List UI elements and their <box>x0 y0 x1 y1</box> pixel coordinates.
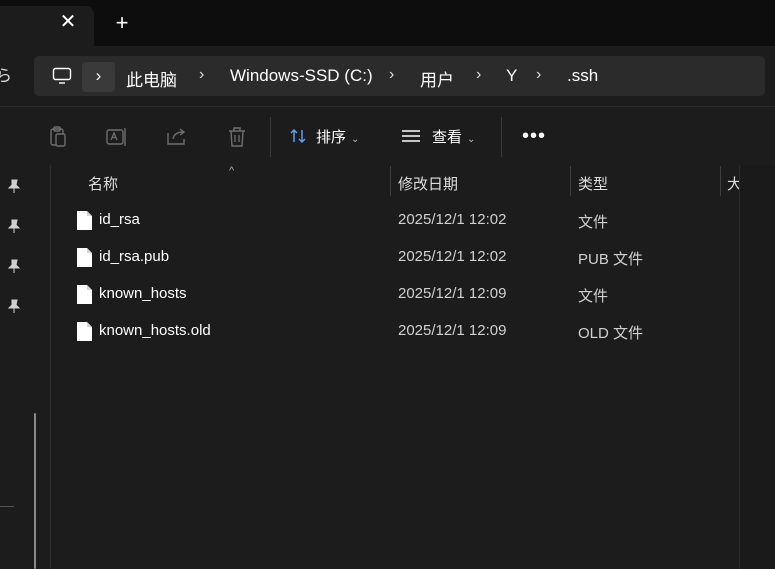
file-icon <box>77 211 92 230</box>
file-icon <box>77 285 92 304</box>
pin-icon[interactable] <box>6 258 22 274</box>
column-resize-handle[interactable] <box>720 166 721 196</box>
file-row[interactable]: known_hosts.old 2025/12/1 12:09 OLD 文件 <box>66 314 719 351</box>
view-label: 查看 <box>432 129 463 146</box>
toolbar-divider <box>501 117 502 157</box>
file-icon <box>77 322 92 341</box>
breadcrumb-this-pc[interactable]: 此电脑 <box>126 66 177 91</box>
file-name: id_rsa.pub <box>99 248 170 265</box>
column-header-size[interactable]: 大 <box>727 173 739 194</box>
chevron-down-icon: ⌄ <box>351 134 360 145</box>
toolbar-divider <box>270 117 271 157</box>
rename-icon[interactable] <box>104 124 130 150</box>
file-row[interactable]: id_rsa 2025/12/1 12:02 文件 <box>66 203 719 240</box>
pin-icon[interactable] <box>6 298 22 314</box>
breadcrumb-ssh[interactable]: .ssh <box>567 66 598 86</box>
file-type: 文件 <box>578 288 609 305</box>
chevron-right-icon[interactable]: › <box>389 66 394 84</box>
sort-label: 排序 <box>316 129 347 146</box>
paste-icon[interactable] <box>45 124 71 150</box>
chevron-right-icon[interactable]: › <box>199 66 204 84</box>
column-header-date[interactable]: 修改日期 <box>398 173 458 194</box>
file-type: PUB 文件 <box>578 251 644 268</box>
breadcrumb-expand-button[interactable]: › <box>82 62 115 92</box>
file-date: 2025/12/1 12:02 <box>398 248 507 265</box>
file-date: 2025/12/1 12:09 <box>398 285 507 302</box>
this-pc-icon[interactable] <box>52 66 72 86</box>
column-header-name[interactable]: 名称 <box>88 173 118 194</box>
file-date: 2025/12/1 12:02 <box>398 211 507 228</box>
breadcrumb-drive[interactable]: Windows-SSD (C:) <box>230 66 373 86</box>
breadcrumb-user-y[interactable]: Y <box>506 66 517 86</box>
file-name: id_rsa <box>99 211 140 228</box>
file-name: known_hosts <box>99 285 187 302</box>
file-row[interactable]: id_rsa.pub 2025/12/1 12:02 PUB 文件 <box>66 240 719 277</box>
view-list-icon <box>402 130 420 142</box>
view-button[interactable]: 查看 ⌄ <box>400 124 475 152</box>
pin-icon[interactable] <box>6 218 22 234</box>
file-name: known_hosts.old <box>99 322 211 339</box>
sort-indicator-icon: ^ <box>229 165 235 177</box>
column-resize-handle[interactable] <box>390 166 391 196</box>
file-type: OLD 文件 <box>578 325 644 342</box>
delete-icon[interactable] <box>224 124 250 150</box>
nav-button-partial[interactable]: ら <box>0 62 12 86</box>
pin-icon[interactable] <box>6 178 22 194</box>
file-row[interactable]: known_hosts 2025/12/1 12:09 文件 <box>66 277 719 314</box>
new-tab-button[interactable]: + <box>110 11 134 35</box>
chevron-down-icon: ⌄ <box>467 134 476 145</box>
chevron-right-icon[interactable]: › <box>536 66 541 84</box>
chevron-right-icon[interactable]: › <box>476 66 481 84</box>
sort-button[interactable]: 排序 ⌄ <box>288 124 359 152</box>
column-header-type[interactable]: 类型 <box>578 173 608 194</box>
nav-divider <box>0 506 14 507</box>
share-icon[interactable] <box>164 124 190 150</box>
close-tab-button[interactable]: ✕ <box>56 10 80 34</box>
file-type: 文件 <box>578 214 609 231</box>
file-icon <box>77 248 92 267</box>
column-resize-handle[interactable] <box>570 166 571 196</box>
details-pane-edge <box>739 165 775 569</box>
nav-scrollbar[interactable] <box>34 413 36 569</box>
sort-icon <box>290 128 306 144</box>
file-date: 2025/12/1 12:09 <box>398 322 507 339</box>
toolbar-border <box>0 106 775 107</box>
breadcrumb-users[interactable]: 用户 <box>420 66 454 91</box>
more-options-button[interactable]: ••• <box>520 124 548 152</box>
